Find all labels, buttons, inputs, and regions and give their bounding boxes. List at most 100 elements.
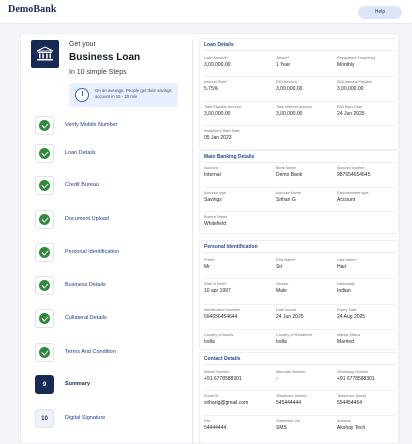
field-value: 24 Jun 2025 (276, 314, 304, 320)
step-badge-number: 10 (35, 409, 54, 428)
row-divider (204, 211, 396, 212)
field-value: Demo Bank (276, 172, 303, 178)
field-value: Indian (337, 288, 351, 294)
field-value: Savings (204, 197, 222, 203)
step-label: Business Details (65, 282, 106, 288)
row-divider (204, 101, 396, 102)
field-label: Telephone (work) (337, 394, 367, 398)
field-label: Tenure* (276, 56, 290, 60)
field-value: 10 apr 1997 (204, 288, 231, 294)
field-value: 3,00,000.00 (204, 111, 231, 117)
step-label: Credit Bureau (65, 182, 99, 188)
field-label: Country of issues (204, 333, 234, 337)
step-item[interactable]: 9 Summary (35, 375, 185, 395)
field-value: 5.75% (204, 86, 219, 92)
field-label: Account (204, 166, 218, 170)
step-badge-check (35, 176, 54, 195)
clock-icon (75, 88, 89, 102)
field-value: India (204, 339, 215, 345)
contact-details-card: Contact Details Mobile Number +91 6778588… (199, 352, 399, 444)
field-label: Fax (204, 419, 211, 423)
field-value: 554454464 (337, 400, 363, 406)
step-item[interactable]: 10 Digital Signature (35, 409, 185, 429)
field-value: 3,00,000.00 (276, 86, 303, 92)
step-badge-check (35, 276, 54, 295)
field-label: Identification Number (204, 308, 240, 312)
field-value: 24 Jun 2025 (337, 111, 365, 117)
field-value: Whitefield (204, 221, 226, 227)
step-item[interactable]: Collateral Details (35, 309, 185, 329)
tip-text: On an average, People get their savings … (95, 88, 172, 99)
field-label: EMI Amount (276, 80, 297, 84)
field-value: sriharig@gmail.com (204, 400, 249, 406)
field-value: Internal (204, 172, 221, 178)
step-item[interactable]: Loan Details (35, 144, 185, 164)
field-value: 594656454644 (204, 314, 238, 320)
row-divider (204, 187, 396, 188)
check-icon (39, 347, 50, 358)
field-label: Bank Name (276, 166, 296, 170)
field-label: Whatsapp Number (337, 370, 369, 374)
field-label: First Name* (276, 258, 297, 262)
hero-subtitle: In 10 simple Steps (69, 69, 127, 76)
field-label: Last Name* (337, 258, 357, 262)
step-badge-check (35, 116, 54, 135)
step-item[interactable]: Business Details (35, 276, 185, 296)
field-label: EMI Interest Payable (337, 80, 373, 84)
field-value: +91 6778588301 (337, 376, 375, 382)
row-divider (204, 76, 396, 77)
row-divider (204, 415, 396, 416)
step-item[interactable]: Personal Identification (35, 243, 185, 263)
step-label: Loan Details (65, 150, 96, 156)
field-value: 3,00,000.00 (337, 86, 364, 92)
step-item[interactable]: Verify Mobile Number (35, 116, 185, 136)
field-label: Instalment Start Date (204, 129, 240, 133)
field-value: - (276, 376, 278, 382)
step-badge-check (35, 243, 54, 262)
banking-details-card: Main Banking Details Account Internal Bank… (199, 150, 399, 234)
step-badge-check (35, 343, 54, 362)
hero-eyebrow: Get your (69, 41, 96, 48)
field-label: Address (337, 419, 351, 423)
field-value: Married (337, 339, 354, 345)
field-value: SMS (276, 425, 287, 431)
field-label: Loan Amount* (204, 56, 228, 60)
field-value: Mr (204, 264, 210, 270)
field-label: Email ID (204, 394, 219, 398)
section-title: Loan Details (204, 42, 234, 48)
divider (204, 162, 396, 163)
check-icon (39, 148, 50, 159)
field-label: Branch Name (204, 215, 228, 219)
field-label: Account Name (276, 191, 301, 195)
help-button[interactable]: Help (358, 6, 402, 19)
check-icon (39, 180, 50, 191)
step-label: Verify Mobile Number (65, 122, 118, 128)
step-item[interactable]: Document Upload (35, 210, 185, 230)
step-item[interactable]: Terms And Condition (35, 343, 185, 363)
row-divider (204, 304, 396, 305)
field-value: 545444444 (276, 400, 302, 406)
field-label: Interest Rate* (204, 80, 228, 84)
step-item[interactable]: Credit Bureau (35, 176, 185, 196)
step-label: Personal Identification (65, 249, 120, 255)
field-label: Statement Via (276, 419, 300, 423)
row-divider (204, 278, 396, 279)
field-value: Sri (276, 264, 283, 270)
field-label: Nationality (337, 282, 355, 286)
field-label: Disbursement type (337, 191, 369, 195)
personal-identification-card: Personal Identification Prefix* Mr First N… (199, 240, 399, 350)
field-label: Alternate Number (276, 370, 306, 374)
field-label: Gender (276, 282, 289, 286)
row-divider (204, 390, 396, 391)
field-value: 1 Year (276, 62, 291, 68)
divider (192, 40, 193, 444)
field-value: Monthly (337, 62, 355, 68)
field-label: Telephone (home) (276, 394, 307, 398)
brand-logo[interactable]: DemoBank (8, 4, 57, 15)
step-label: Terms And Condition (65, 349, 116, 355)
field-label: Mobile Number (204, 370, 230, 374)
step-badge-number: 9 (35, 375, 54, 394)
field-label: Prefix* (204, 258, 216, 262)
field-value: Akshay Tech (337, 425, 366, 431)
field-value: 05 Jan 2023 (204, 135, 232, 141)
